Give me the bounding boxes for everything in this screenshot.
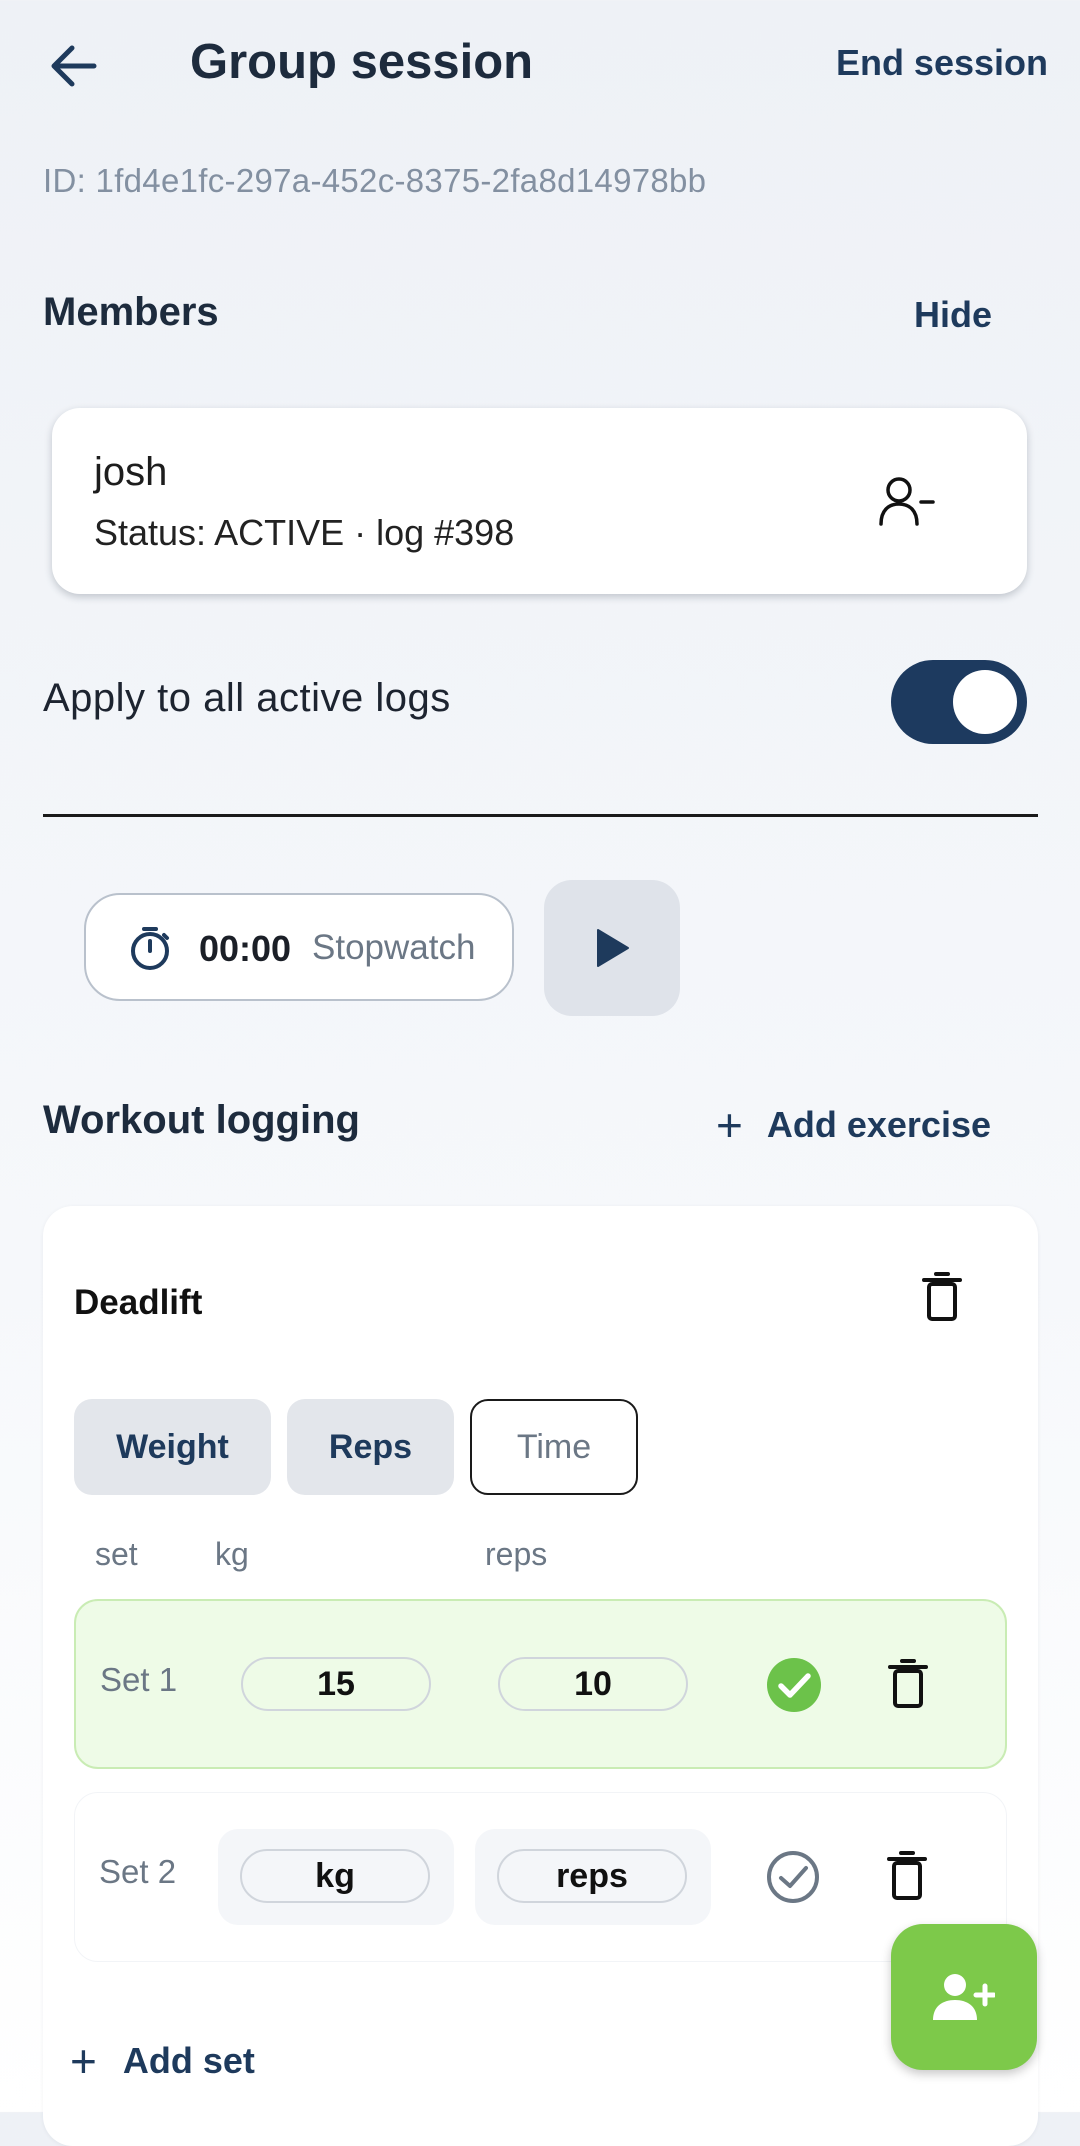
stopwatch-time: 00:00 [199,928,292,969]
check-circle-outline-icon [767,1851,819,1903]
delete-set-button[interactable] [887,1851,927,1906]
arrow-left-icon [51,45,97,87]
stopwatch-icon [131,927,169,970]
mode-reps-button[interactable]: Reps [287,1399,454,1495]
reps-input[interactable]: 10 [498,1657,688,1711]
apply-all-toggle[interactable] [891,660,1027,744]
add-exercise-label: Add exercise [766,1104,991,1145]
play-icon [597,929,629,967]
add-set-label: Add set [122,2040,255,2081]
add-set-button[interactable]: + Add set [70,2034,255,2088]
plus-icon: + [716,1099,743,1151]
hide-members-button[interactable]: Hide [914,294,992,336]
set-label: Set 1 [100,1661,178,1698]
exercise-name: Deadlift [74,1283,203,1322]
add-exercise-button[interactable]: + Add exercise [716,1098,991,1152]
member-status: Status: ACTIVE · log #398 [94,512,515,553]
kg-input[interactable]: kg [240,1849,430,1903]
set-row: Set 1 15 10 [74,1599,1007,1769]
kg-input[interactable]: 15 [241,1657,431,1711]
toggle-knob [953,670,1017,734]
divider [43,814,1038,817]
stopwatch-label: Stopwatch [312,928,476,967]
remove-member-button[interactable] [877,474,937,530]
complete-set-button[interactable] [766,1657,822,1713]
column-set: set [95,1536,138,1572]
add-user-icon [933,1974,995,2020]
delete-set-button[interactable] [888,1659,928,1714]
back-button[interactable] [44,36,104,96]
stopwatch-chip[interactable]: 00:00 Stopwatch [84,893,514,1001]
session-id: ID: 1fd4e1fc-297a-452c-8375-2fa8d14978bb [43,162,707,199]
members-heading: Members [43,290,219,334]
plus-icon: + [70,2035,97,2087]
mode-weight-button[interactable]: Weight [74,1399,271,1495]
page-title: Group session [190,35,534,89]
complete-set-button[interactable] [765,1849,821,1905]
trash-icon [888,1659,928,1708]
reps-input[interactable]: reps [497,1849,687,1903]
workout-heading: Workout logging [43,1098,360,1142]
set-row: Set 2 kg reps [74,1792,1007,1962]
column-kg: kg [215,1536,249,1572]
check-circle-icon [767,1658,821,1712]
add-member-fab[interactable] [891,1924,1037,2070]
delete-exercise-button[interactable] [922,1272,962,1327]
set-label: Set 2 [99,1853,177,1890]
end-session-button[interactable]: End session [836,42,1048,84]
trash-icon [887,1851,927,1900]
exercise-card: Deadlift Weight Reps Time set kg reps Se… [43,1206,1038,2146]
member-name: josh [94,450,168,494]
column-reps: reps [485,1536,548,1572]
apply-all-label: Apply to all active logs [43,676,451,720]
play-button[interactable] [544,880,680,1016]
mode-time-button[interactable]: Time [470,1399,638,1495]
user-minus-icon [879,477,935,526]
member-card: josh Status: ACTIVE · log #398 [52,408,1027,594]
trash-icon [922,1272,962,1321]
